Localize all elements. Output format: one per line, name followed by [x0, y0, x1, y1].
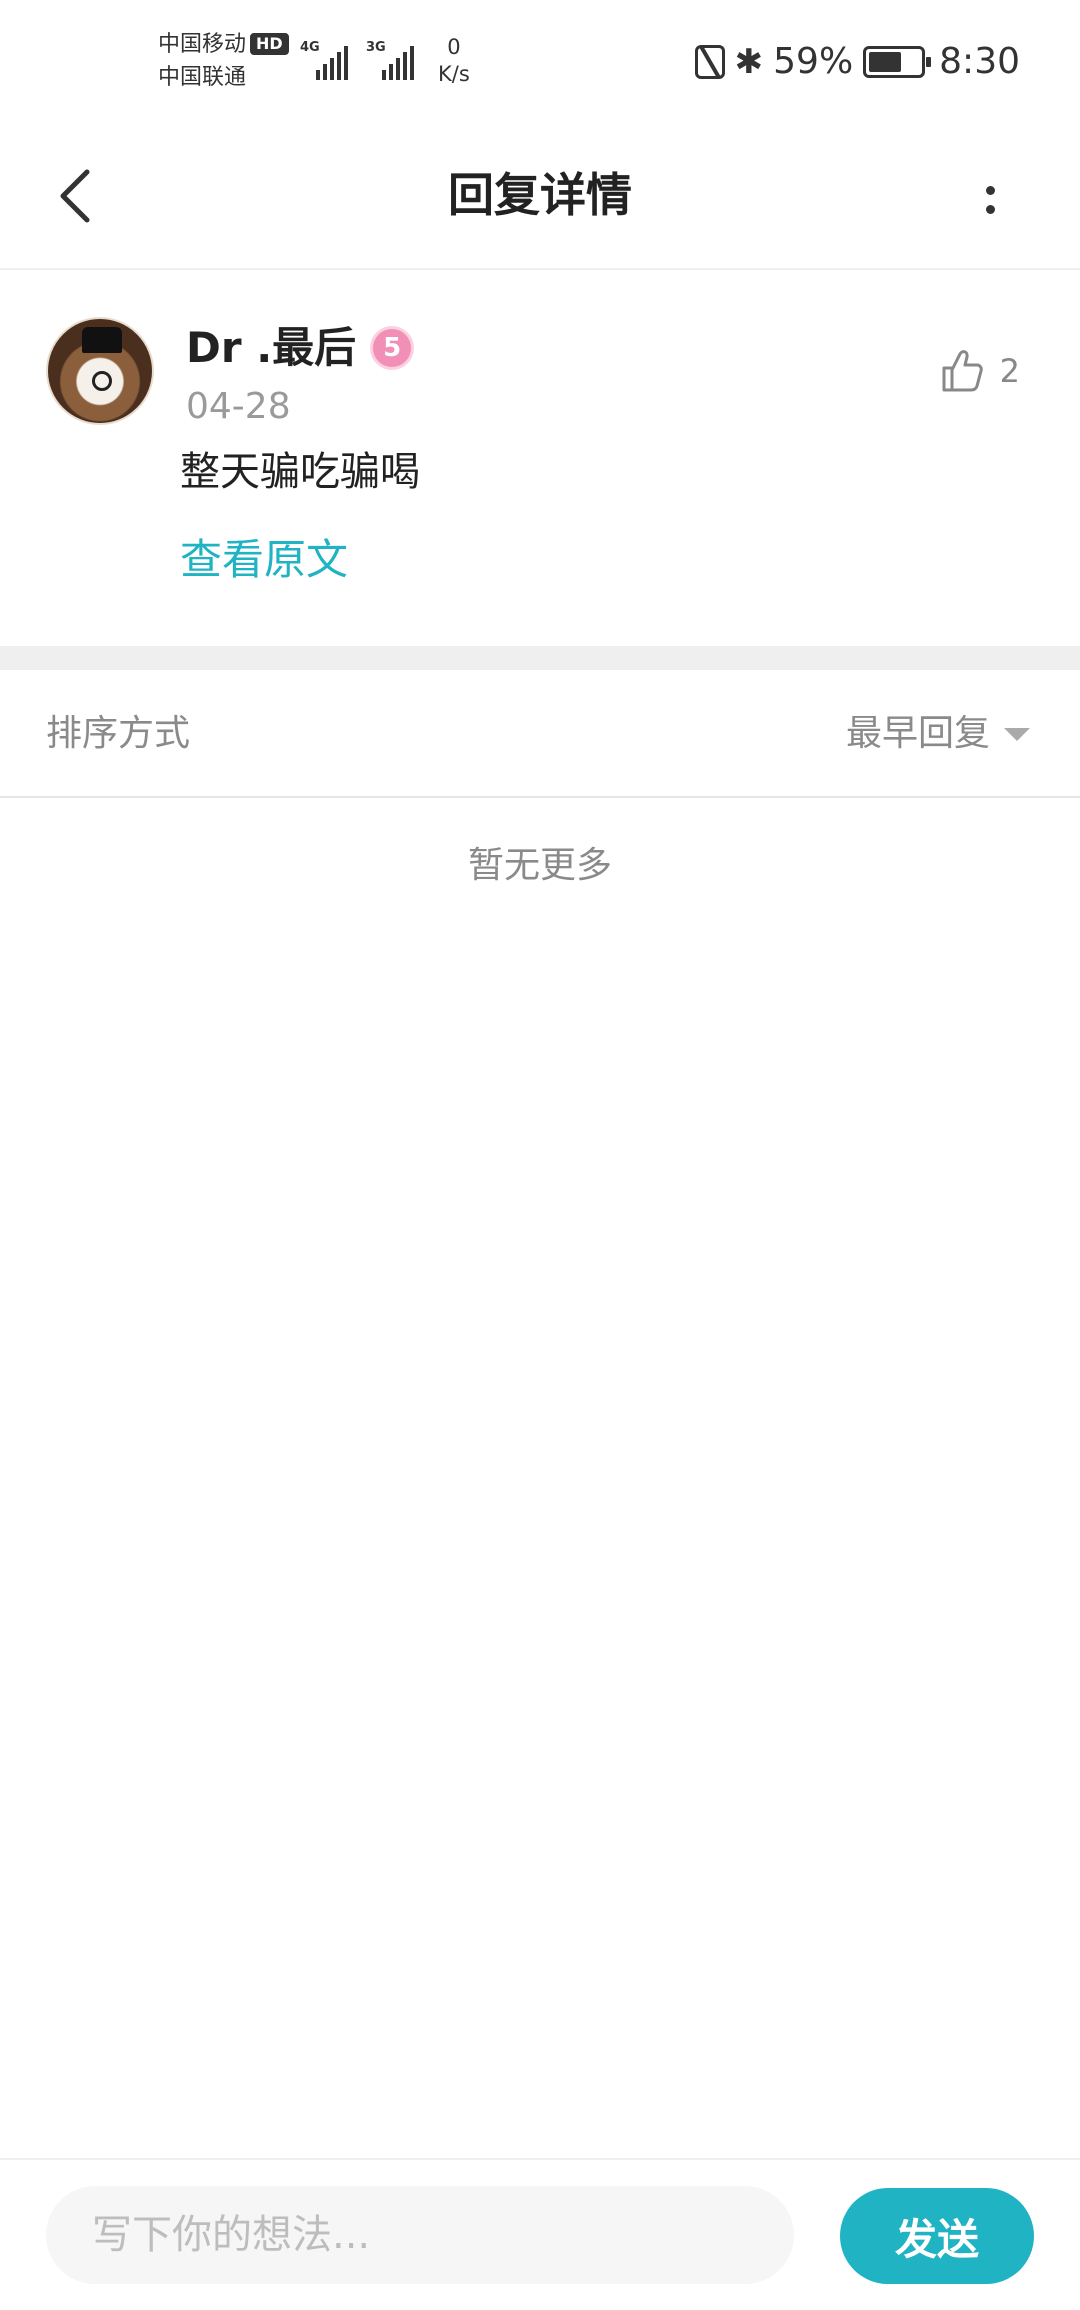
carrier-1-name: 中国移动: [158, 32, 247, 57]
more-vertical-icon: [985, 186, 995, 195]
thumbs-up-icon: [942, 350, 983, 392]
battery-percent: 59%: [773, 41, 854, 82]
reply-detail-page: 中国移动 HD 中国联通 4G 3G 0 K/s ✱ 59% 8:30 回复详情…: [0, 0, 1080, 2310]
send-button[interactable]: 发送: [840, 2188, 1034, 2284]
like-count: 2: [999, 352, 1020, 390]
avatar[interactable]: [46, 317, 154, 425]
sort-row: 排序方式 最早回复: [0, 670, 1080, 798]
top-nav-bar: 回复详情: [0, 120, 1080, 270]
hd-badge: HD: [250, 33, 289, 55]
net-speed-value: 0: [447, 35, 461, 59]
battery-icon: [863, 46, 932, 78]
network-speed: 0 K/s: [438, 34, 470, 88]
empty-replies-text: 暂无更多: [467, 845, 612, 886]
carrier-info: 中国移动 HD 中国联通: [158, 28, 289, 94]
status-bar: 中国移动 HD 中国联通 4G 3G 0 K/s ✱ 59% 8:30: [0, 0, 1080, 120]
status-right-group: ✱ 59% 8:30: [694, 38, 1020, 86]
comment-date: 04-28: [186, 386, 291, 427]
sort-dropdown[interactable]: 最早回复: [846, 706, 1030, 762]
sort-selected-value: 最早回复: [845, 713, 990, 754]
caret-down-icon: [1004, 727, 1030, 741]
bluetooth-icon: ✱: [734, 42, 764, 82]
sort-label: 排序方式: [46, 713, 191, 754]
clock: 8:30: [939, 41, 1020, 82]
view-original-link[interactable]: 查看原文: [180, 530, 348, 590]
comment-text: 整天骗吃骗喝: [180, 449, 420, 495]
username-row: Dr .最后 5: [186, 320, 415, 376]
page-title: 回复详情: [448, 168, 632, 222]
reply-bar: 发送: [0, 2158, 1080, 2310]
more-options-button[interactable]: [960, 165, 1020, 235]
net-speed-unit: K/s: [438, 62, 470, 86]
username[interactable]: Dr .最后: [186, 320, 356, 376]
like-button[interactable]: 2: [940, 348, 1020, 394]
carrier-2-name: 中国联通: [158, 65, 247, 90]
comment-card: Dr .最后 5 04-28 整天骗吃骗喝 查看原文 2: [0, 272, 1080, 646]
signal-strength-2-icon: 3G: [366, 40, 414, 80]
signal-strength-1-icon: 4G: [300, 40, 348, 80]
signal-1-tag: 4G: [300, 40, 320, 55]
signal-2-tag: 3G: [366, 40, 386, 55]
nfc-icon: [694, 45, 725, 79]
level-badge: 5: [370, 326, 415, 370]
reply-input[interactable]: [46, 2186, 794, 2284]
section-divider: [0, 646, 1080, 670]
